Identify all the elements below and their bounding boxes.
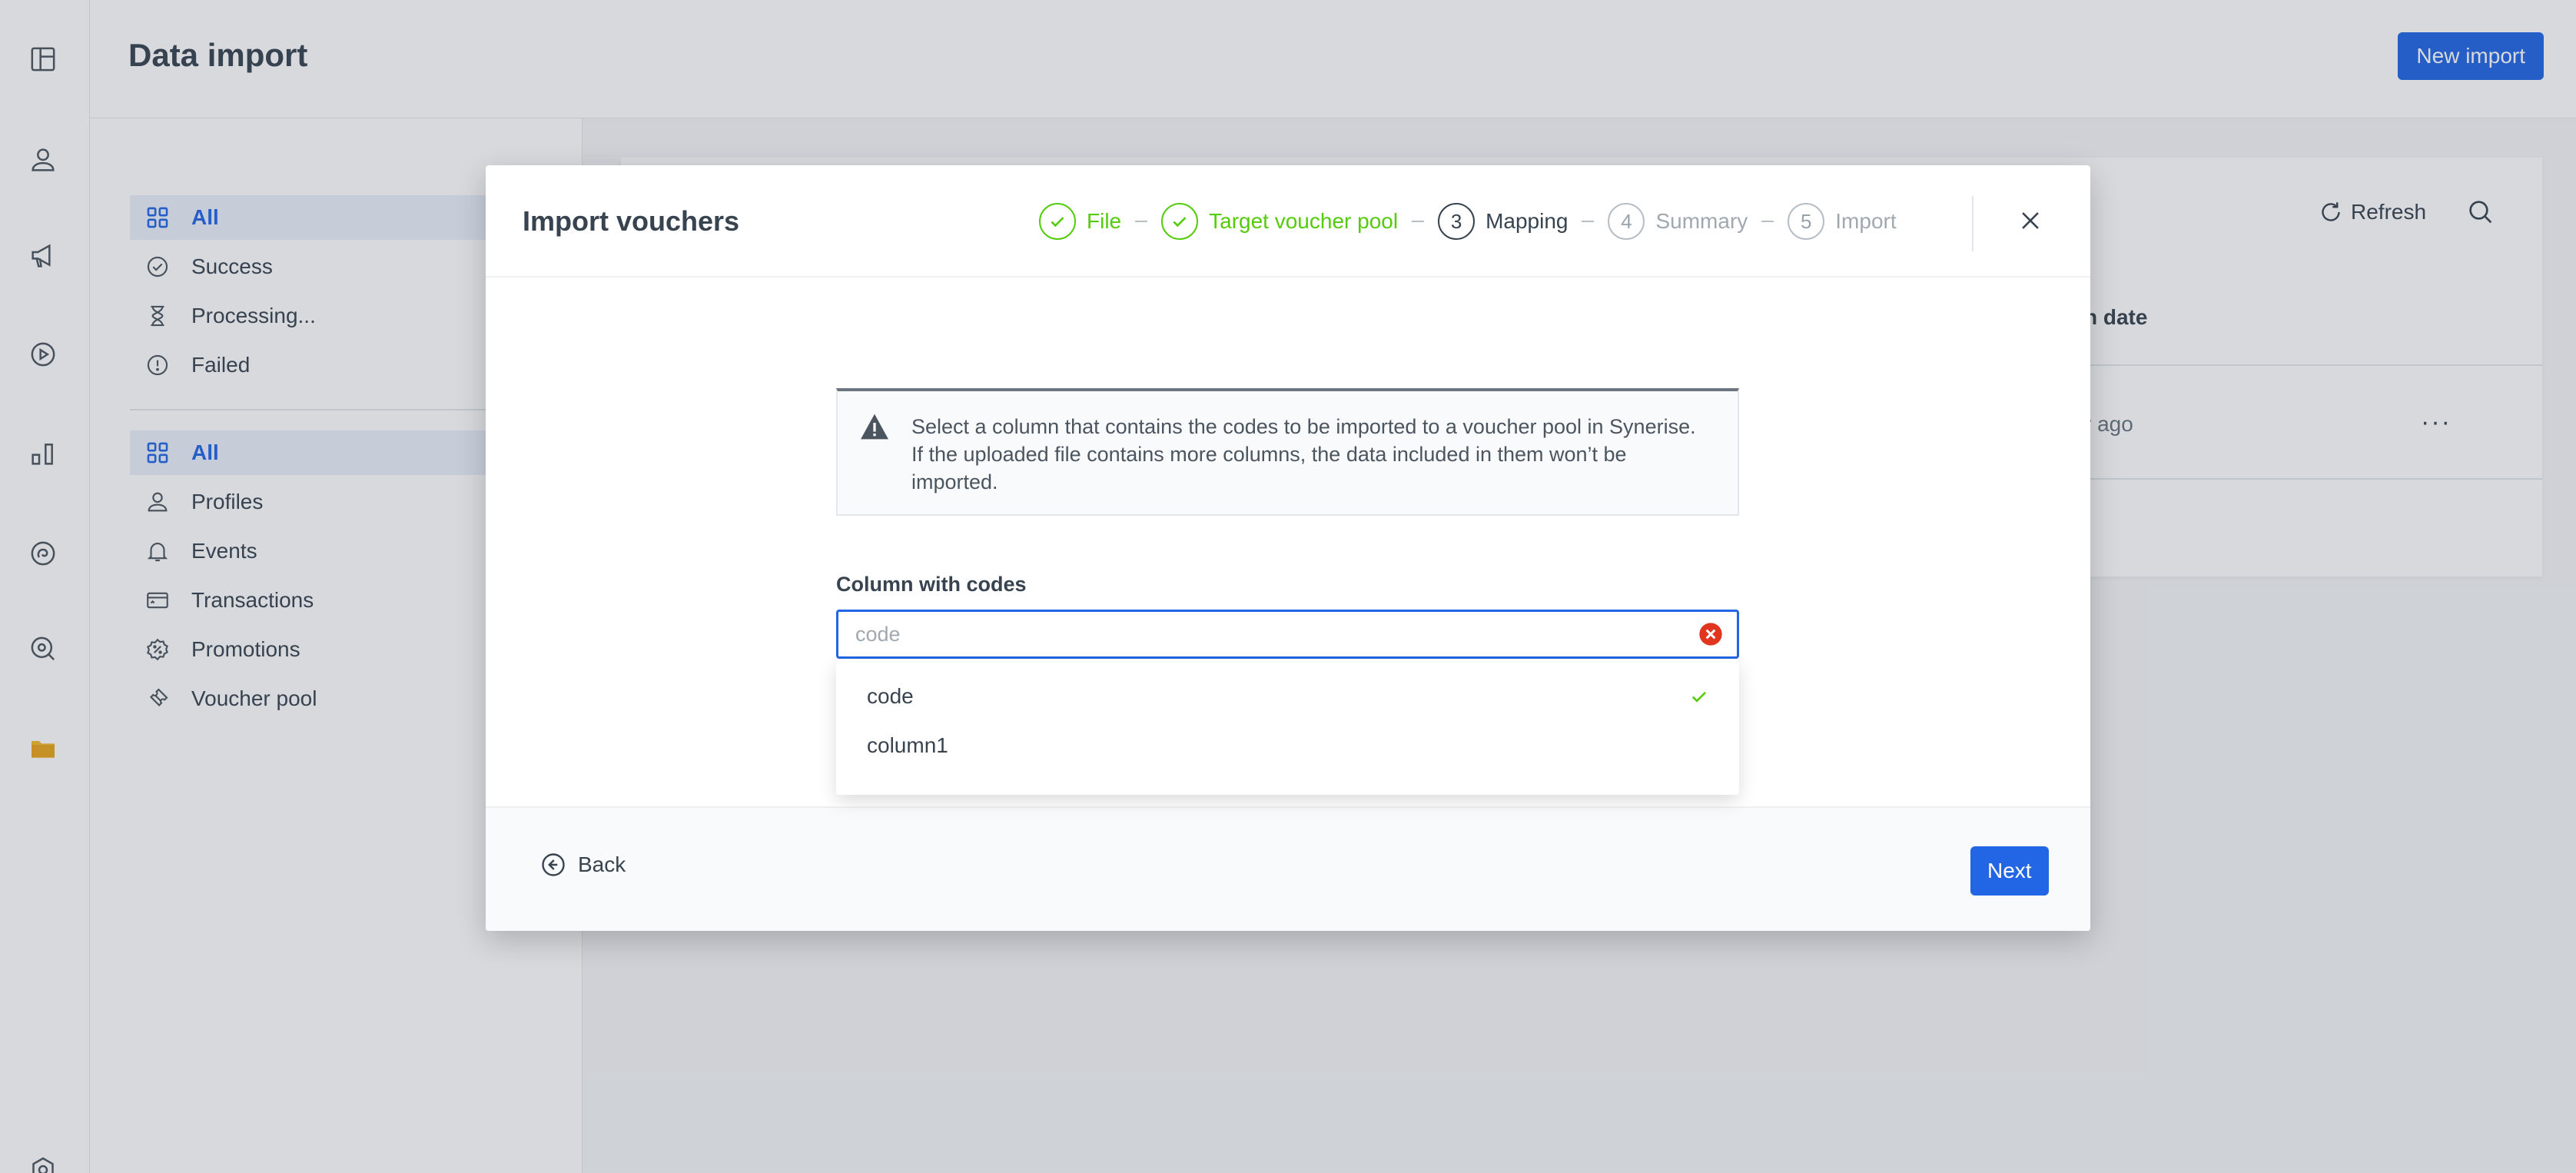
- modal-footer: Back Next: [486, 806, 2090, 931]
- arrow-left-circle-icon: [542, 853, 565, 876]
- step-label: Summary: [1655, 209, 1748, 233]
- step-separator: [1135, 221, 1148, 222]
- step-label: File: [1087, 209, 1122, 233]
- field-label: Column with codes: [836, 573, 1027, 596]
- next-button[interactable]: Next: [1970, 846, 2049, 896]
- dropdown-option-code[interactable]: code: [836, 672, 1739, 721]
- step-summary[interactable]: 4 Summary: [1608, 203, 1748, 240]
- clear-icon[interactable]: [1698, 622, 1723, 646]
- step-mapping[interactable]: 3 Mapping: [1438, 203, 1568, 240]
- step-separator: [1761, 221, 1774, 222]
- header-separator: [1972, 196, 1973, 251]
- step-label: Import: [1835, 209, 1897, 233]
- warning-icon: [861, 414, 888, 440]
- close-icon: [2022, 212, 2039, 229]
- step-number: 3: [1438, 203, 1476, 240]
- step-number: 4: [1608, 203, 1645, 240]
- back-button[interactable]: Back: [539, 851, 626, 879]
- back-label: Back: [578, 852, 626, 876]
- check-icon: [1039, 203, 1076, 240]
- step-separator: [1582, 221, 1595, 222]
- step-file[interactable]: File: [1039, 203, 1121, 240]
- step-label: Target voucher pool: [1209, 209, 1399, 233]
- step-target-voucher-pool[interactable]: Target voucher pool: [1161, 203, 1398, 240]
- step-import[interactable]: 5 Import: [1788, 203, 1897, 240]
- modal-title: Import vouchers: [523, 205, 740, 237]
- stepper: File Target voucher pool 3 Mapping 4 Sum…: [1039, 201, 1897, 242]
- modal-header-divider: [486, 276, 2090, 277]
- check-icon: [1691, 691, 1707, 703]
- check-icon: [1161, 203, 1199, 240]
- column-dropdown: code column1: [836, 660, 1739, 795]
- step-separator: [1412, 221, 1425, 222]
- column-select[interactable]: [836, 610, 1739, 659]
- option-label: column1: [867, 733, 948, 757]
- info-alert: Select a column that contains the codes …: [836, 388, 1739, 516]
- column-search-input[interactable]: [855, 612, 1685, 656]
- option-label: code: [867, 684, 914, 708]
- step-number: 5: [1788, 203, 1825, 240]
- close-button[interactable]: [2012, 202, 2049, 239]
- dropdown-option-column1[interactable]: column1: [836, 721, 1739, 770]
- import-vouchers-modal: Import vouchers File Target voucher pool…: [486, 165, 2090, 931]
- step-label: Mapping: [1486, 209, 1569, 233]
- info-text: Select a column that contains the codes …: [911, 415, 1696, 493]
